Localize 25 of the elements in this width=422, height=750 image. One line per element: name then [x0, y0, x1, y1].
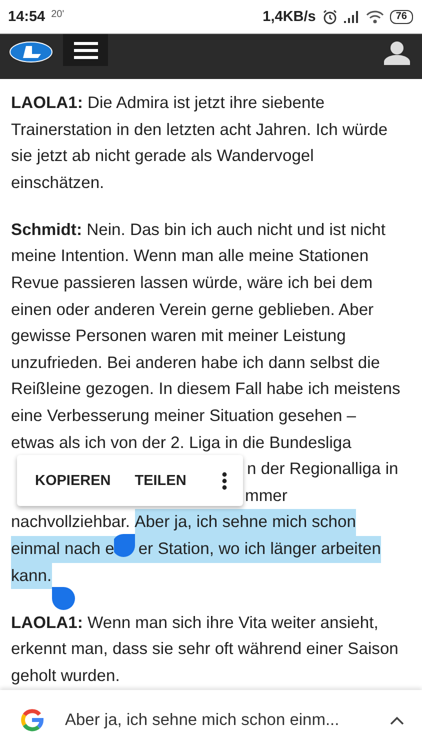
- menu-icon: [74, 42, 98, 58]
- text-fragment: mmer: [245, 484, 288, 507]
- signal-icon: [344, 10, 360, 22]
- battery-level: 76: [390, 10, 413, 24]
- search-suggestion[interactable]: Aber ja, ich sehne mich schon einm...: [65, 710, 369, 730]
- caret-icon[interactable]: [390, 716, 404, 724]
- selected-text: einmal nach e: [11, 536, 114, 563]
- paragraph: LAOLA1: Wenn man sich ihre Vita weiter ansieht, erkennt man, dass sie sehr oft während einer Saison geholt wurden.: [11, 612, 400, 687]
- wifi-icon: [366, 10, 384, 24]
- google-icon: [20, 708, 44, 732]
- selection-handle[interactable]: [52, 587, 75, 610]
- menu-item[interactable]: KOPIEREN: [27, 464, 119, 496]
- more-icon[interactable]: [222, 472, 227, 490]
- network-speed: 1,4KB/s: [262, 8, 316, 24]
- paragraph: LAOLA1: Die Admira ist jetzt ihre siebente Trainerstation in den letzten acht Jahren. Ich würde sie jetzt ab nicht gerade als Wandervogel einschätzen.: [11, 92, 389, 194]
- alarm-icon: [322, 8, 338, 24]
- clock-time: 14:54: [8, 8, 46, 24]
- menu-item[interactable]: TEILEN: [126, 464, 194, 496]
- text-fragment: nachvollziehbar.: [11, 511, 131, 534]
- text-fragment: n der Regionalliga in: [247, 458, 398, 480]
- logo[interactable]: [9, 41, 53, 63]
- user-icon[interactable]: [384, 41, 410, 65]
- selected-text: er Station, wo ich länger arbeiten: [138, 536, 381, 563]
- menu-button[interactable]: [63, 34, 108, 66]
- temperature: 20': [51, 9, 64, 20]
